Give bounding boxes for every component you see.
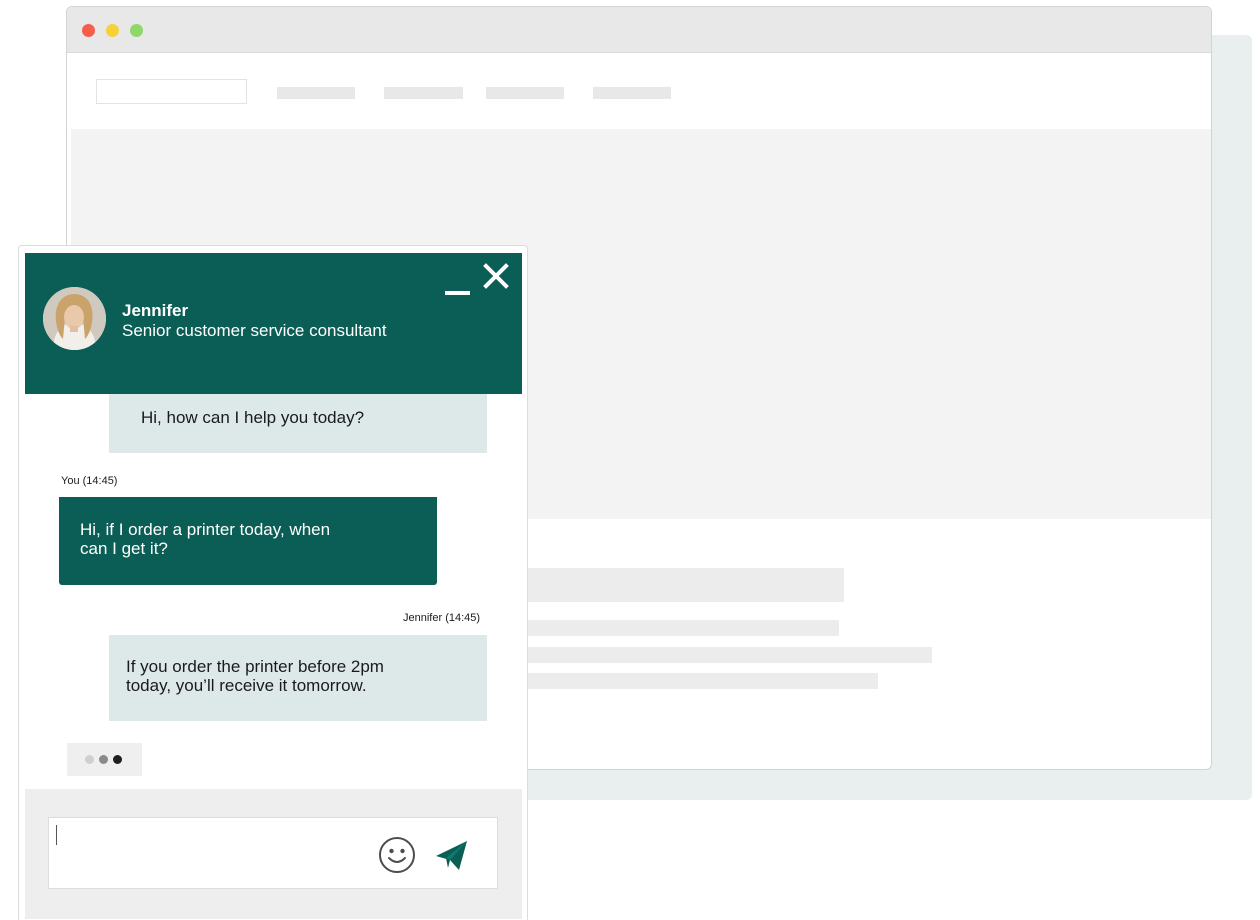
text-line-placeholder — [507, 673, 878, 689]
agent-message-bubble: If you order the printer before 2pm toda… — [109, 635, 487, 721]
message-text-line: can I get it? — [80, 539, 168, 558]
agent-name: Jennifer — [122, 301, 189, 320]
heading-placeholder — [507, 568, 844, 602]
message-text: Hi, how can I help you today? — [141, 408, 365, 427]
user-message-bubble: Hi, if I order a printer today, when can… — [59, 497, 437, 585]
agent-role: Senior customer service consultant — [122, 321, 387, 340]
site-logo-placeholder[interactable] — [96, 79, 247, 104]
nav-link-placeholder[interactable] — [486, 87, 564, 99]
site-navigation — [67, 53, 1211, 129]
message-text-line: If you order the printer before 2pm — [126, 657, 384, 676]
text-caret — [56, 825, 57, 845]
close-icon[interactable] — [481, 261, 511, 291]
typing-indicator — [67, 743, 142, 776]
message-meta: Jennifer (14:45) — [403, 612, 481, 624]
text-line-placeholder — [507, 620, 839, 636]
window-maximize-dot[interactable] — [130, 24, 143, 37]
nav-link-placeholder[interactable] — [277, 87, 355, 99]
nav-link-placeholder[interactable] — [384, 87, 463, 99]
backdrop-shadow-bottom — [520, 766, 1252, 800]
message-text-line: Hi, if I order a printer today, when — [80, 520, 331, 539]
typing-dot — [85, 755, 94, 764]
smiley-icon[interactable] — [378, 836, 416, 874]
window-minimize-dot[interactable] — [106, 24, 119, 37]
text-line-placeholder — [507, 647, 932, 663]
paper-plane-icon[interactable] — [432, 836, 470, 874]
message-input[interactable] — [48, 817, 498, 889]
browser-titlebar — [67, 7, 1211, 53]
minimize-icon[interactable] — [445, 273, 471, 299]
chat-header: Jennifer Senior customer service consult… — [25, 253, 522, 394]
message-text-line: today, you’ll receive it tomorrow. — [126, 676, 367, 695]
agent-avatar — [43, 287, 106, 350]
window-close-dot[interactable] — [82, 24, 95, 37]
agent-message-bubble: Hi, how can I help you today? — [109, 394, 487, 453]
message-meta: You (14:45) — [61, 475, 118, 487]
nav-link-placeholder[interactable] — [593, 87, 671, 99]
chat-composer — [25, 789, 522, 919]
chat-widget: Jennifer Senior customer service consult… — [18, 245, 528, 920]
typing-dot — [99, 755, 108, 764]
typing-dot — [113, 755, 122, 764]
